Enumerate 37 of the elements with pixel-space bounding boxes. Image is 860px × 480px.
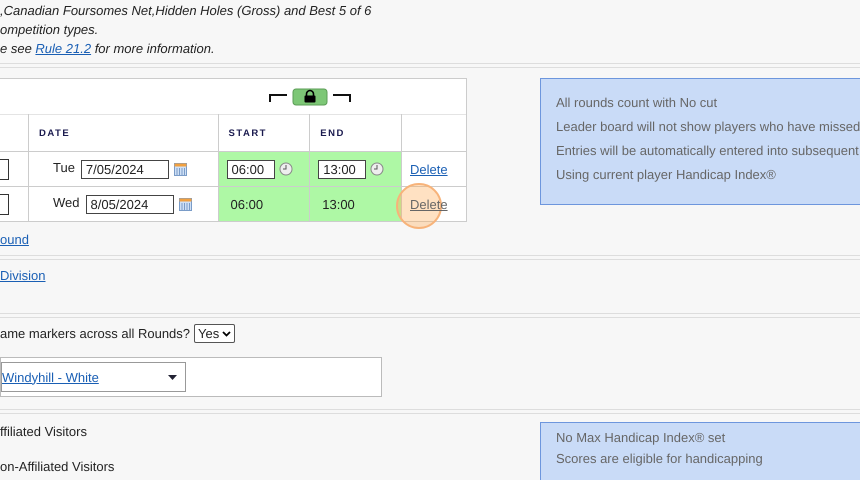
visitor-label: on-Affiliated Visitors xyxy=(0,459,114,474)
calendar-icon[interactable] xyxy=(174,162,187,176)
time-text: 13:00 xyxy=(321,196,355,212)
clock-icon[interactable] xyxy=(370,162,384,176)
visitor-label: ffiliated Visitors xyxy=(0,424,88,439)
info-text: All rounds count with No cut xyxy=(556,94,718,112)
time-text: 06:00 xyxy=(230,196,264,212)
info-text: Using current player Handicap Index® xyxy=(556,166,777,184)
input-field[interactable] xyxy=(0,194,9,214)
calendar-icon[interactable] xyxy=(178,198,192,210)
info-text: Scores are eligible for handicapping xyxy=(556,450,764,468)
question-text: ame markers across all Rounds? xyxy=(0,326,190,341)
time-field[interactable]: 06:00 xyxy=(226,160,275,178)
date-field[interactable]: 7/05/2024 xyxy=(80,160,169,178)
intro-text: ompetition types. xyxy=(0,21,100,39)
chevron-icon xyxy=(222,330,232,336)
add-round-link[interactable]: ound xyxy=(0,232,29,247)
input-field[interactable] xyxy=(0,158,9,180)
info-text: No Max Handicap Index® set xyxy=(556,429,726,447)
rule-link[interactable]: Rule 21.2 xyxy=(35,41,92,56)
column-header: END xyxy=(310,114,402,152)
caret-icon xyxy=(168,374,177,380)
day-text: Tue xyxy=(53,160,75,176)
date-field[interactable]: 8/05/2024 xyxy=(86,194,174,214)
day-text: Wed xyxy=(53,195,80,210)
clock-icon[interactable] xyxy=(278,162,293,176)
info-text: Entries will be automatically entered into subsequent xyxy=(556,142,860,160)
yes-select[interactable]: Yes xyxy=(194,324,236,343)
intro-text: e see Rule 21.2 for more information. xyxy=(0,40,216,58)
column-header: START xyxy=(218,114,310,152)
column-header: DATE xyxy=(28,114,218,152)
time-field[interactable]: 13:00 xyxy=(318,160,366,178)
lock-icon[interactable] xyxy=(268,88,351,106)
info-text: Leader board will not show players who have missed xyxy=(556,118,860,136)
tee-select[interactable]: Windyhill - White xyxy=(1,362,186,392)
intro-text: ,Canadian Foursomes Net,Hidden Holes (Gross) and Best 5 of 6 xyxy=(0,2,372,20)
division-link[interactable]: Division xyxy=(0,268,46,283)
